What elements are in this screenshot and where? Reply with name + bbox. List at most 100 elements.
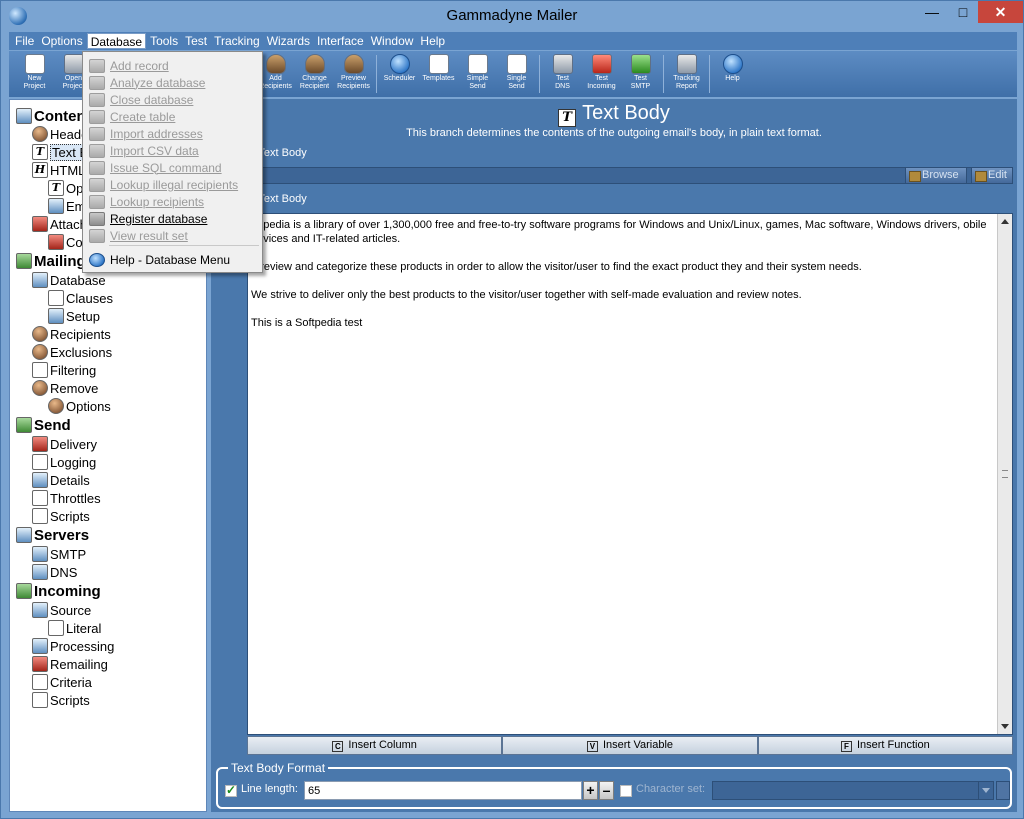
tree-item-scripts[interactable]: Scripts	[32, 507, 90, 525]
tree-item-servers[interactable]: Servers	[16, 526, 89, 544]
tree-item-clauses[interactable]: Clauses	[48, 289, 113, 307]
view-result-set-icon	[89, 228, 105, 243]
tree-item-scripts[interactable]: Scripts	[32, 691, 90, 709]
tree-item-label: Setup	[66, 308, 100, 324]
menu-tools[interactable]: Tools	[147, 33, 181, 49]
tree-item-smtp[interactable]: SMTP	[32, 545, 86, 563]
insert-variable-button[interactable]: V Insert Variable	[502, 736, 758, 755]
insert-function-button[interactable]: F Insert Function	[757, 736, 1013, 755]
source-file-field[interactable]	[247, 167, 1013, 184]
line-length-input[interactable]	[304, 781, 582, 800]
menu-item-import-addresses[interactable]: Import addresses	[83, 125, 262, 142]
help-button[interactable]: Help	[713, 51, 752, 97]
scheduler-button[interactable]: Scheduler	[380, 51, 419, 97]
new-project-button[interactable]: New Project	[15, 51, 54, 97]
menu-item-import-csv-data[interactable]: Import CSV data	[83, 142, 262, 159]
edit-button[interactable]: Edit	[971, 167, 1013, 184]
tree-item-criteria[interactable]: Criteria	[32, 673, 92, 691]
scheduler-label: Scheduler	[383, 75, 416, 82]
tree-item-content[interactable]: Content	[16, 107, 91, 125]
menu-options[interactable]: Options	[38, 33, 85, 49]
decrement-button[interactable]: –	[599, 781, 614, 800]
tree-item-source[interactable]: Source	[32, 601, 91, 619]
tree-item-send[interactable]: Send	[16, 416, 71, 434]
menu-tracking[interactable]: Tracking	[211, 33, 263, 49]
change-recipient-button[interactable]: Change Recipient	[295, 51, 334, 97]
menu-interface[interactable]: Interface	[314, 33, 367, 49]
tree-item-logging[interactable]: Logging	[32, 453, 96, 471]
menu-item-add-record[interactable]: Add record	[83, 57, 262, 74]
close-button[interactable]: ✕	[978, 1, 1023, 23]
vertical-scrollbar[interactable]	[997, 214, 1012, 734]
menu-database[interactable]: Database	[86, 33, 147, 49]
tree-item-delivery[interactable]: Delivery	[32, 435, 97, 453]
tree-item-literal[interactable]: Literal	[48, 619, 101, 637]
scripts-icon	[32, 692, 48, 708]
tree-item-label: Processing	[50, 638, 115, 654]
charset-select[interactable]	[712, 781, 994, 800]
tree-item-exclusions[interactable]: Exclusions	[32, 343, 112, 361]
tree-item-mailing[interactable]: Mailing	[16, 252, 86, 270]
maximize-button[interactable]: □	[949, 1, 977, 23]
simple-send-button[interactable]: Simple Send	[458, 51, 497, 97]
throttles-icon	[32, 490, 48, 506]
tree-item-throttles[interactable]: Throttles	[32, 489, 101, 507]
menu-item-lookup-recipients[interactable]: Lookup recipients	[83, 193, 262, 210]
test-dns-button[interactable]: Test DNS	[543, 51, 582, 97]
tree-item-database[interactable]: Database	[32, 271, 106, 289]
insert-column-icon: C	[332, 741, 344, 752]
test-smtp-button[interactable]: Test SMTP	[621, 51, 660, 97]
menu-item-issue-sql-command[interactable]: Issue SQL command	[83, 159, 262, 176]
setup-icon	[48, 308, 64, 324]
menu-item-close-database[interactable]: Close database	[83, 91, 262, 108]
menu-item-label: Create table	[110, 109, 176, 124]
insert-column-button[interactable]: C Insert Column	[247, 736, 503, 755]
tree-item-remailing[interactable]: Remailing	[32, 655, 108, 673]
charset-lookup-button[interactable]	[996, 781, 1010, 800]
tracking-report-button[interactable]: Tracking Report	[667, 51, 706, 97]
scroll-down-icon[interactable]	[1001, 724, 1009, 729]
change-recipient-icon	[304, 54, 325, 74]
tree-item-label: Scripts	[50, 508, 90, 524]
tree-item-details[interactable]: Details	[32, 471, 90, 489]
tree-item-processing[interactable]: Processing	[32, 637, 114, 655]
charset-checkbox[interactable]	[620, 785, 632, 797]
menu-item-label: Issue SQL command	[110, 160, 222, 175]
menu-item-register-database[interactable]: Register database	[83, 210, 262, 227]
tree-item-options[interactable]: Options	[48, 397, 111, 415]
tree-item-remove[interactable]: Remove	[32, 379, 98, 397]
menu-file[interactable]: File	[12, 33, 37, 49]
text-body-editor[interactable]: oftpedia is a library of over 1,300,000 …	[247, 213, 1013, 735]
tree-item-setup[interactable]: Setup	[48, 307, 100, 325]
menu-help[interactable]: Help	[417, 33, 448, 49]
preview-recipients-button[interactable]: Preview Recipients	[334, 51, 373, 97]
tree-item-html[interactable]: H HTML	[32, 161, 85, 179]
menu-test[interactable]: Test	[182, 33, 210, 49]
tree-item-label: HTML	[50, 162, 86, 178]
menu-item-help-database[interactable]: Help - Database Menu	[83, 251, 262, 268]
scroll-grip-icon[interactable]	[1002, 470, 1008, 478]
line-length-checkbox[interactable]	[225, 783, 237, 797]
tree-item-dns[interactable]: DNS	[32, 563, 77, 581]
attachments-icon	[32, 216, 48, 232]
filtering-icon	[32, 362, 48, 378]
menu-item-lookup-illegal-recipients[interactable]: Lookup illegal recipients	[83, 176, 262, 193]
tree-item-incoming[interactable]: Incoming	[16, 582, 101, 600]
tree-item-filtering[interactable]: Filtering	[32, 361, 96, 379]
menu-window[interactable]: Window	[368, 33, 417, 49]
body-paragraph: e review and categorize these products i…	[251, 261, 862, 273]
increment-button[interactable]: +	[583, 781, 598, 800]
editor-text[interactable]: oftpedia is a library of over 1,300,000 …	[251, 218, 992, 344]
menu-item-create-table[interactable]: Create table	[83, 108, 262, 125]
single-send-button[interactable]: Single Send	[497, 51, 536, 97]
menu-item-view-result-set[interactable]: View result set	[83, 227, 262, 244]
tree-item-recipients[interactable]: Recipients	[32, 325, 111, 343]
menu-wizards[interactable]: Wizards	[264, 33, 313, 49]
templates-button[interactable]: Templates	[419, 51, 458, 97]
menu-item-analyze-database[interactable]: Analyze database	[83, 74, 262, 91]
chevron-down-icon[interactable]	[978, 782, 993, 799]
browse-button[interactable]: Browse	[905, 167, 967, 184]
test-incoming-button[interactable]: Test Incoming	[582, 51, 621, 97]
minimize-button[interactable]: —	[918, 1, 946, 23]
scroll-up-icon[interactable]	[1001, 219, 1009, 224]
